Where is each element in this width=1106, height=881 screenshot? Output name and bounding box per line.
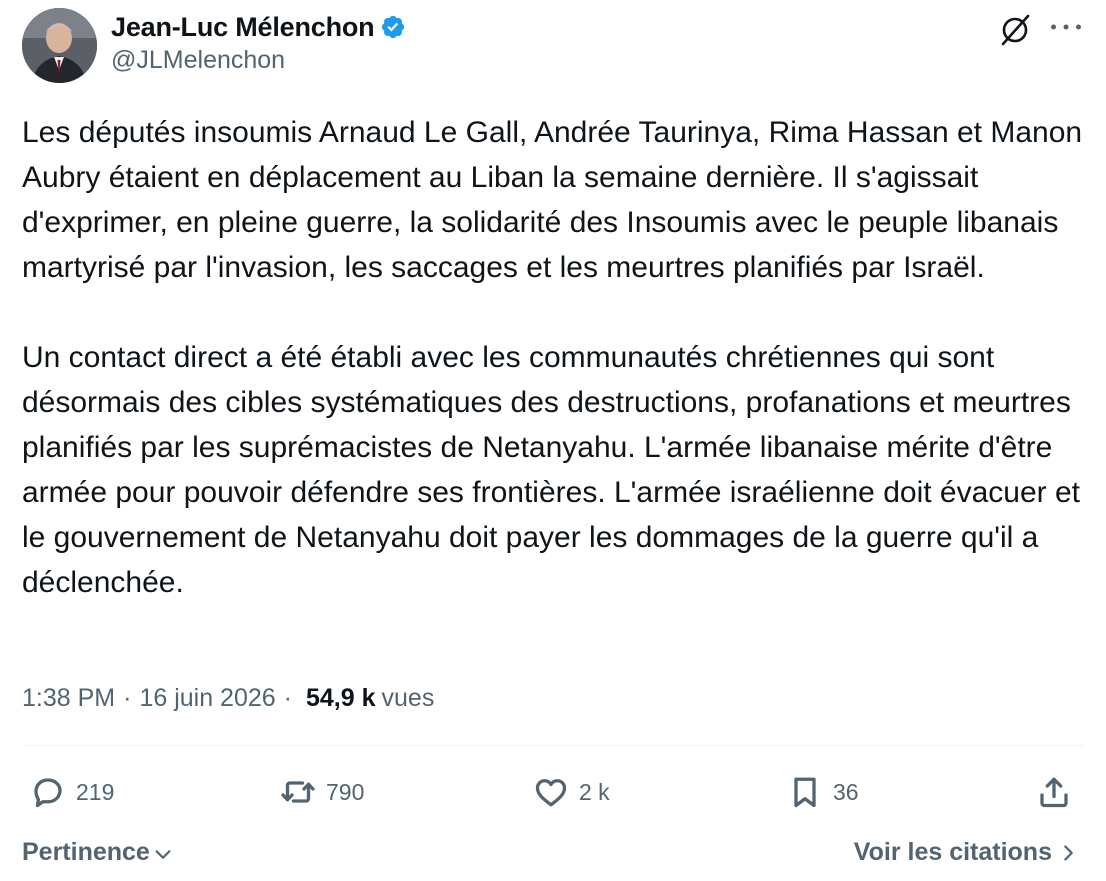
author-handle[interactable]: @JLMelenchon [111,46,285,75]
verified-badge-icon [382,15,405,39]
avatar[interactable] [22,8,97,83]
like-button[interactable]: 2 k [533,770,610,814]
sort-dropdown[interactable]: Pertinence [22,835,174,869]
sort-label: Pertinence [22,837,150,866]
reply-button[interactable]: 219 [30,770,114,814]
divider [22,745,1084,746]
views-count[interactable]: 54,9 k [306,684,376,713]
tweet-time[interactable]: 1:38 PM [22,684,115,713]
meta-separator: · [123,683,132,712]
quotes-label: Voir les citations [853,837,1052,866]
retweet-count: 790 [326,778,365,805]
views-label: vues [381,683,435,712]
share-icon [1040,777,1068,808]
chevron-down-icon [155,850,171,859]
tweet-meta: 1:38 PM · 16 juin 2026 · 54,9 k vues [22,678,434,718]
retweet-icon [281,781,315,803]
grok-button[interactable] [996,10,1034,48]
tweet-detail: Jean-Luc Mélenchon @JLMelenchon Les dépu… [0,0,1106,881]
heart-icon [535,779,567,807]
more-options-button[interactable] [1046,10,1086,44]
meta-separator: · [283,683,292,712]
tweet-text: Les députés insoumis Arnaud Le Gall, And… [22,116,1083,599]
like-count: 2 k [579,778,610,805]
author-display-name[interactable]: Jean-Luc Mélenchon [111,12,375,43]
avatar-image [22,8,97,83]
bookmark-icon [794,777,816,808]
more-icon [1051,24,1081,30]
retweet-button[interactable]: 790 [280,770,364,814]
share-button[interactable] [1036,770,1072,814]
chevron-right-icon [1064,845,1073,861]
reply-count: 219 [76,778,115,805]
bookmark-count: 36 [833,778,859,805]
author-name-row[interactable]: Jean-Luc Mélenchon [111,10,406,44]
bookmark-button[interactable]: 36 [787,770,859,814]
view-quotes-link[interactable]: Voir les citations [854,835,1078,869]
grok-icon [1001,14,1030,46]
tweet-date[interactable]: 16 juin 2026 [139,684,275,713]
reply-icon [34,778,62,808]
